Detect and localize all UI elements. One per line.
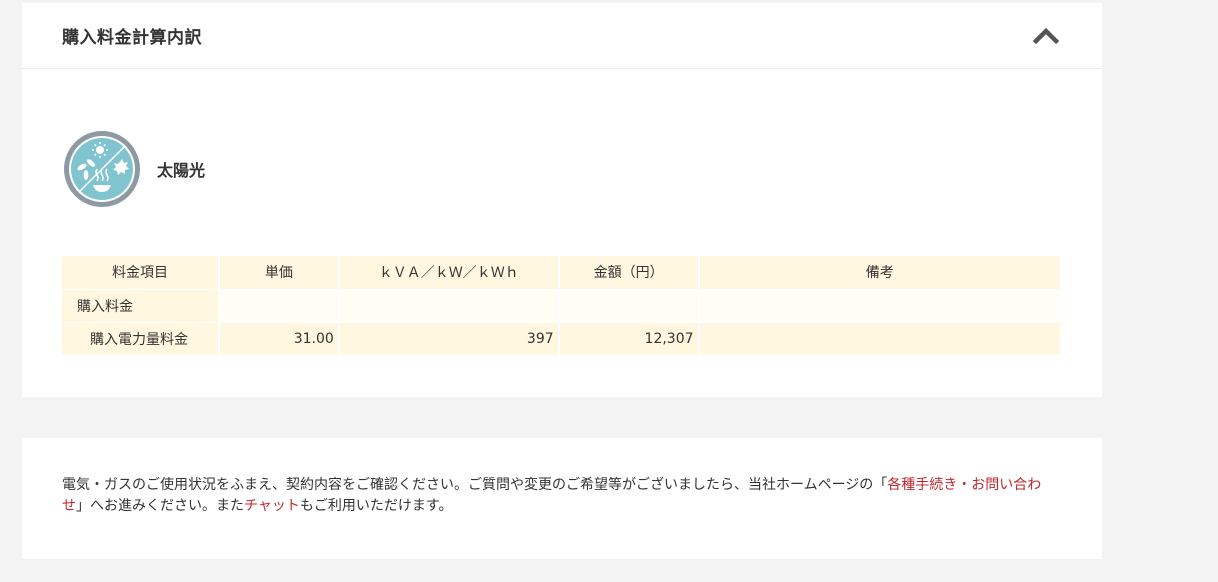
breakdown-header[interactable]: 購入料金計算内訳 xyxy=(22,3,1102,69)
table-section-row: 購入料金 xyxy=(62,289,1063,323)
notice-text-after: もご利用いただけます。 xyxy=(299,498,453,514)
energy-type-label: 太陽光 xyxy=(157,161,206,180)
cell-note xyxy=(698,322,1063,356)
cell-quantity: 397 xyxy=(338,322,560,356)
breakdown-title: 購入料金計算内訳 xyxy=(62,28,202,48)
table-cell xyxy=(218,289,340,323)
table-row: 購入電力量料金 31.00 397 12,307 xyxy=(62,322,1063,356)
chevron-up-icon[interactable] xyxy=(1032,23,1060,47)
table-cell xyxy=(698,289,1063,323)
header-quantity: ｋＶＡ／ｋＷ／ｋＷｈ xyxy=(338,256,560,290)
notice-panel: 電気・ガスのご使用状況をふまえ、契約内容をご確認ください。ご質問や変更のご希望等… xyxy=(22,438,1102,559)
notice-text-before: 電気・ガスのご使用状況をふまえ、契約内容をご確認ください。ご質問や変更のご希望等… xyxy=(62,477,888,493)
header-unit-price: 単価 xyxy=(218,256,340,290)
cell-item: 購入電力量料金 xyxy=(62,322,220,356)
chat-link[interactable]: チャット xyxy=(244,498,300,514)
section-label: 購入料金 xyxy=(62,289,220,323)
table-cell xyxy=(558,289,700,323)
table-header-row: 料金項目 単価 ｋＶＡ／ｋＷ／ｋＷｈ 金額（円） 備考 xyxy=(62,256,1063,290)
breakdown-panel: 購入料金計算内訳 太陽光 料金項目 単価 ｋＶＡ／ｋＷ／ｋＷｈ 金額（円） 備考… xyxy=(22,3,1102,397)
cell-unit-price: 31.00 xyxy=(218,322,340,356)
header-fee-item: 料金項目 xyxy=(62,256,220,290)
fee-table: 料金項目 単価 ｋＶＡ／ｋＷ／ｋＷｈ 金額（円） 備考 購入料金 購入電力量料金… xyxy=(62,256,1063,356)
solar-energy-icon xyxy=(62,129,142,209)
notice-text-middle: 」へお進みください。また xyxy=(76,498,244,514)
notice-text: 電気・ガスのご使用状況をふまえ、契約内容をご確認ください。ご質問や変更のご希望等… xyxy=(62,475,1052,517)
cell-amount: 12,307 xyxy=(558,322,700,356)
header-note: 備考 xyxy=(698,256,1063,290)
header-amount: 金額（円） xyxy=(558,256,700,290)
table-cell xyxy=(338,289,560,323)
energy-type-row: 太陽光 xyxy=(62,128,205,210)
